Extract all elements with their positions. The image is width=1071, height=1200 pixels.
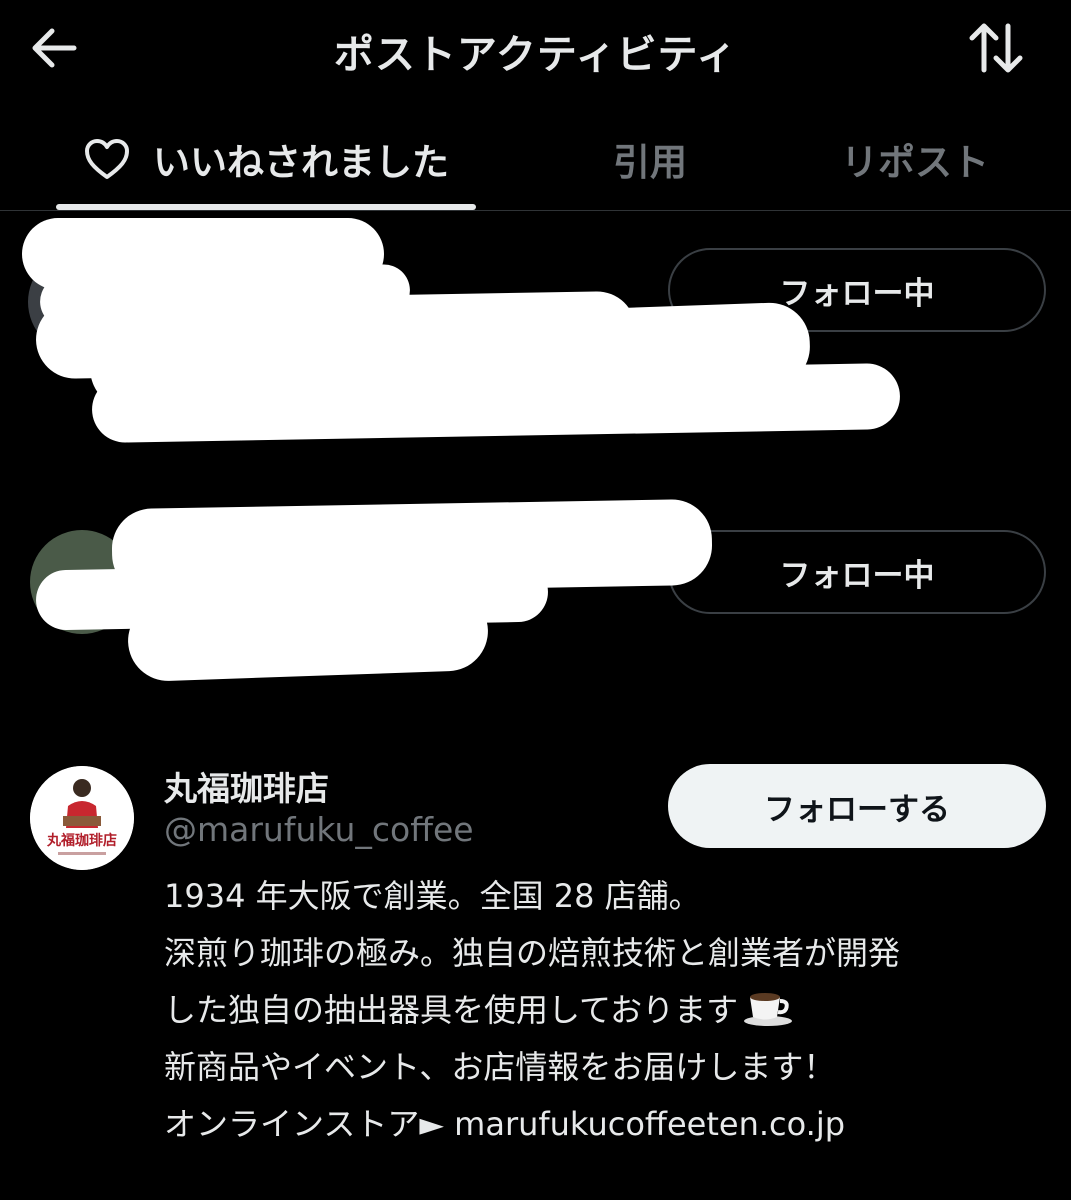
bio-line: オンラインストア► marufukucoffeeten.co.jp — [164, 1096, 1044, 1153]
bio-line-text: した独自の抽出器具を使用しております — [164, 991, 739, 1029]
top-bar: ポストアクティビティ — [0, 0, 1071, 100]
sort-button[interactable] — [966, 20, 1026, 76]
bio-line: 深煎り珈琲の極み。独自の焙煎技術と創業者が開発 — [164, 934, 901, 972]
active-tab-indicator — [56, 204, 476, 210]
bio-link[interactable]: marufukucoffeeten.co.jp — [454, 1105, 845, 1143]
tab-quotes-label: 引用 — [613, 141, 687, 184]
coffee-cup-icon — [744, 993, 793, 1026]
marufuku-logo-text: 丸福珈琲店 — [46, 832, 117, 849]
tab-liked-label: いいねされました — [153, 141, 449, 184]
user-bio: 1934 年大阪で創業。全国 28 店舗。 深煎り珈琲の極み。独自の焙煎技術と創… — [164, 868, 1044, 1153]
bio-line: 新商品やイベント、お店情報をお届けします！ — [164, 1048, 836, 1086]
tab-quotes[interactable]: 引用 — [560, 108, 740, 210]
following-button[interactable]: フォロー中 — [668, 530, 1046, 614]
marufuku-logo: 丸福珈琲店 — [30, 766, 134, 870]
user-handle[interactable]: @marufuku_coffee — [164, 810, 474, 849]
bio-line: した独自の抽出器具を使用しております — [164, 982, 1044, 1039]
activity-tabs: いいねされました 引用 リポスト — [0, 108, 1071, 211]
user-row[interactable]: フォロー中 — [0, 218, 1071, 470]
tab-liked[interactable]: いいねされました — [56, 108, 476, 210]
heart-icon — [85, 139, 129, 179]
avatar[interactable]: 丸福珈琲店 — [30, 766, 134, 870]
follow-button[interactable]: フォローする — [668, 764, 1046, 848]
bio-line-text: オンラインストア► — [164, 1105, 455, 1143]
tab-reposts[interactable]: リポスト — [820, 108, 1010, 210]
display-name[interactable]: 丸福珈琲店 — [164, 762, 329, 810]
bio-line: 1934 年大阪で創業。全国 28 店舗。 — [164, 877, 701, 915]
tab-reposts-label: リポスト — [841, 141, 989, 184]
sort-arrows-icon — [969, 23, 1023, 73]
user-row[interactable]: フォロー中 — [0, 498, 1071, 700]
page-title: ポストアクティビティ — [333, 32, 738, 78]
